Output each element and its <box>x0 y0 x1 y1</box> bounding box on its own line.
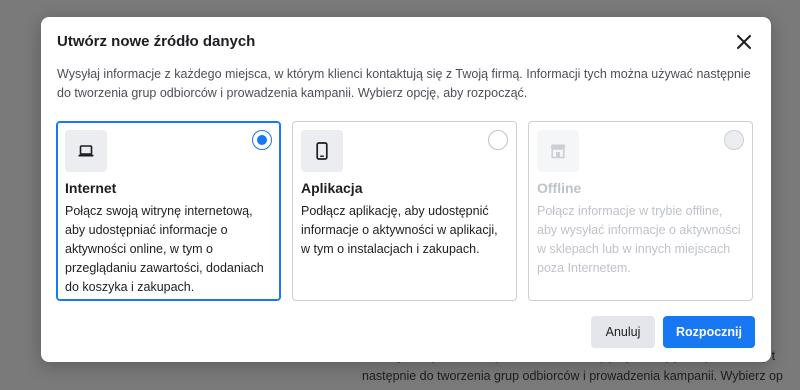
smartphone-icon <box>316 142 328 160</box>
background-text-line: następnie do tworzenia grup odbiorców i … <box>362 369 783 383</box>
start-button[interactable]: Rozpocznij <box>663 316 755 348</box>
option-icon-container <box>301 130 343 172</box>
option-description: Podłącz aplikację, aby udostępnić inform… <box>301 204 498 256</box>
option-description: Połącz informacje w trybie offline, aby … <box>537 204 741 275</box>
option-title: Internet <box>65 180 117 196</box>
store-icon <box>551 144 565 159</box>
dialog-header: Utwórz nowe źródło danych <box>57 31 755 53</box>
option-card-internet[interactable]: Internet Połącz swoją witrynę internetow… <box>56 121 281 301</box>
close-icon <box>737 35 751 49</box>
option-icon-container <box>65 130 107 172</box>
option-card-app[interactable]: Aplikacja Podłącz aplikację, aby udostęp… <box>292 121 517 301</box>
radio-offline <box>724 130 744 150</box>
dialog-footer: Anuluj Rozpocznij <box>591 316 755 348</box>
radio-internet[interactable] <box>252 130 272 150</box>
cancel-button[interactable]: Anuluj <box>591 316 655 348</box>
option-description: Połącz swoją witrynę internetową, aby ud… <box>65 204 264 294</box>
radio-app[interactable] <box>488 130 508 150</box>
close-button[interactable] <box>733 31 755 53</box>
dialog-description: Wysyłaj informacje z każdego miejsca, w … <box>57 67 751 100</box>
option-icon-container <box>537 130 579 172</box>
data-source-options: Internet Połącz swoją witrynę internetow… <box>56 121 753 301</box>
option-title: Aplikacja <box>301 180 363 196</box>
create-data-source-dialog: Utwórz nowe źródło danych Wysyłaj inform… <box>41 17 771 362</box>
laptop-icon <box>78 145 94 157</box>
option-card-offline: Offline Połącz informacje w trybie offli… <box>528 121 753 301</box>
option-title: Offline <box>537 180 582 196</box>
dialog-title: Utwórz nowe źródło danych <box>57 33 256 50</box>
